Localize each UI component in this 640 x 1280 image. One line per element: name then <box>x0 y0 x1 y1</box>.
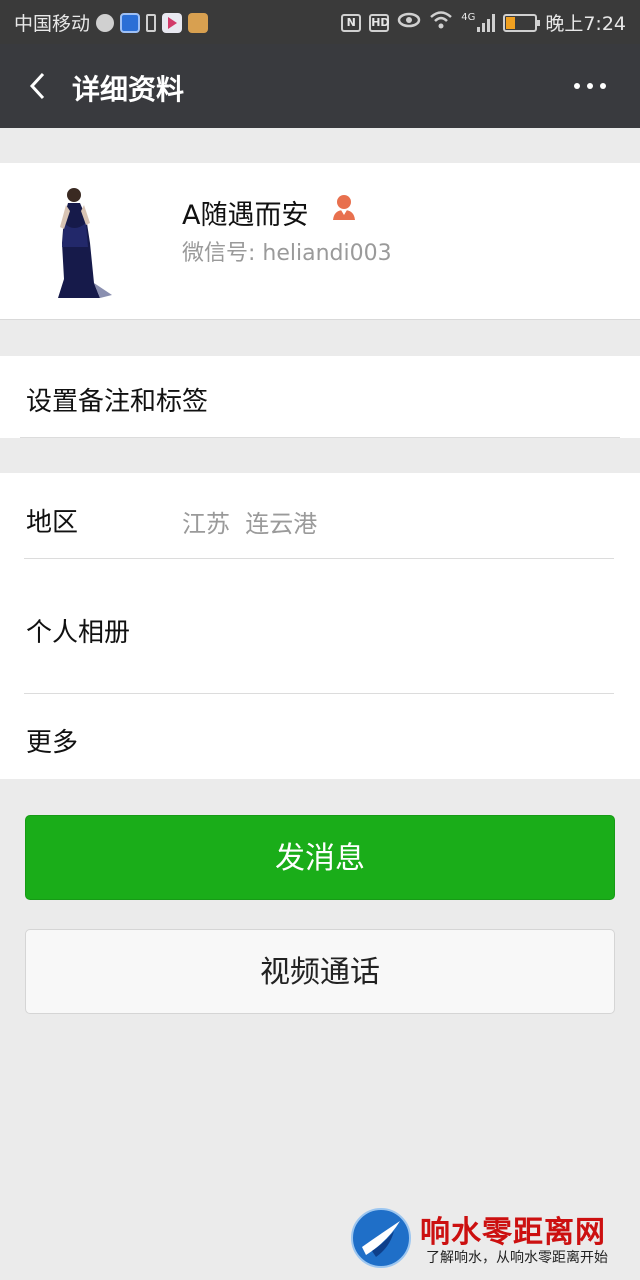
region-row[interactable]: 地区 江苏 连云港 <box>0 473 640 559</box>
remark-label: 设置备注和标签 <box>26 387 209 417</box>
photo-album-label: 个人相册 <box>26 618 131 648</box>
carrier-label: 中国移动 <box>14 13 91 35</box>
video-call-button[interactable]: 视频通话 <box>25 929 615 1014</box>
app-notification-icon <box>120 12 141 33</box>
page-title: 详细资料 <box>72 73 185 106</box>
more-row[interactable]: 更多 <box>0 694 640 779</box>
status-bar: 中国移动 N HD 4G 晚上7:24 <box>0 0 640 44</box>
nfc-icon: N <box>341 13 362 32</box>
profile-card: A随遇而安 微信号: heliandi003 <box>0 163 640 320</box>
remark-row[interactable]: 设置备注和标签 <box>0 356 640 438</box>
battery-icon <box>503 13 541 32</box>
send-message-button[interactable]: 发消息 <box>25 815 615 900</box>
more-dots-icon[interactable] <box>574 83 606 89</box>
profile-name: A随遇而安 <box>182 200 309 231</box>
navigation-bar: 详细资料 <box>0 44 640 128</box>
region-label: 地区 <box>26 508 79 538</box>
wechat-id: 微信号: heliandi003 <box>182 241 392 266</box>
battery-saver-icon <box>146 13 157 32</box>
photo-album-row[interactable]: 个人相册 <box>0 559 640 693</box>
volume-icon <box>96 13 115 32</box>
more-label: 更多 <box>26 728 79 758</box>
signal-icon <box>477 13 496 32</box>
wifi-icon <box>429 10 453 35</box>
video-app-notification-icon <box>162 12 183 33</box>
female-person-icon <box>330 193 358 221</box>
app-notification-icon-2 <box>188 12 209 33</box>
hd-icon: HD <box>369 13 390 32</box>
divider <box>20 437 620 438</box>
network-type-label: 4G <box>461 12 476 23</box>
remark-section: 设置备注和标签 <box>0 356 640 438</box>
eye-icon <box>397 11 421 34</box>
watermark-logo-icon <box>350 1207 412 1269</box>
watermark-title: 响水零距离网 <box>420 1215 606 1250</box>
status-time: 晚上7:24 <box>545 13 626 35</box>
watermark-subtitle: 了解响水，从响水零距离开始 <box>426 1250 608 1266</box>
chevron-left-icon[interactable] <box>28 72 46 100</box>
watermark: 响水零距离网 了解响水，从响水零距离开始 <box>350 1205 635 1273</box>
avatar[interactable] <box>30 183 130 301</box>
region-value: 江苏 连云港 <box>182 510 318 538</box>
info-section: 地区 江苏 连云港 个人相册 更多 <box>0 473 640 779</box>
